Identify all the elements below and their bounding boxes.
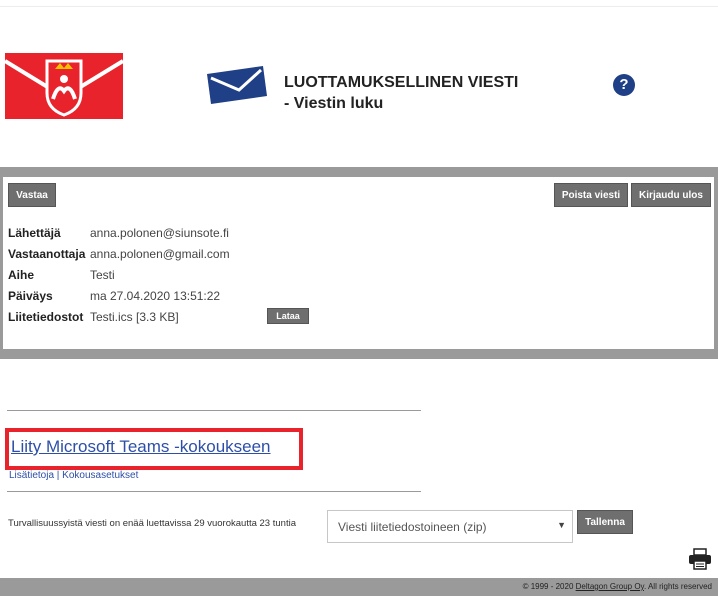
printer-icon[interactable] bbox=[688, 548, 712, 570]
chevron-down-icon: ▼ bbox=[557, 520, 566, 530]
field-label: Päiväys bbox=[8, 289, 53, 303]
title-line-2: - Viestin luku bbox=[284, 95, 384, 112]
date-value: ma 27.04.2020 13:51:22 bbox=[90, 289, 221, 303]
save-button[interactable]: Tallenna bbox=[577, 510, 633, 534]
page-title: LUOTTAMUKSELLINEN VIESTI - Viestin luku bbox=[284, 72, 518, 114]
footer: © 1999 - 2020 Deltagon Group Oy. All rig… bbox=[0, 578, 718, 596]
retention-notice: Turvallisuussyistä viesti on enää luetta… bbox=[8, 518, 296, 529]
subject-row: Aihe Testi bbox=[8, 268, 115, 282]
top-divider bbox=[0, 6, 718, 7]
logout-button[interactable]: Kirjaudu ulos bbox=[631, 183, 711, 207]
panel-left-border bbox=[0, 167, 3, 359]
attachment-value: Testi.ics [3.3 KB] bbox=[90, 310, 179, 324]
body-divider-top bbox=[7, 410, 421, 411]
recipient-value: anna.polonen@gmail.com bbox=[90, 247, 230, 261]
copyright-prefix: © 1999 - 2020 bbox=[522, 582, 576, 591]
field-label: Liitetiedostot bbox=[8, 310, 84, 324]
company-link[interactable]: Deltagon Group Oy bbox=[576, 582, 644, 591]
subject-value: Testi bbox=[90, 268, 115, 282]
panel-top-band bbox=[0, 167, 718, 177]
field-label: Lähettäjä bbox=[8, 226, 61, 240]
sender-row: Lähettäjä anna.polonen@siunsote.fi bbox=[8, 226, 229, 240]
download-format-value: Viesti liitetiedostoineen (zip) bbox=[338, 520, 487, 534]
recipient-row: Vastaanottaja anna.polonen@gmail.com bbox=[8, 247, 230, 261]
copyright: © 1999 - 2020 Deltagon Group Oy. All rig… bbox=[523, 582, 712, 591]
date-row: Päiväys ma 27.04.2020 13:51:22 bbox=[8, 289, 220, 303]
download-attachment-button[interactable]: Lataa bbox=[267, 308, 309, 324]
field-label: Vastaanottaja bbox=[8, 247, 86, 261]
panel-bottom-band bbox=[0, 349, 718, 359]
rights-text: . All rights reserved bbox=[643, 582, 712, 591]
field-label: Aihe bbox=[8, 268, 35, 282]
help-button[interactable]: ? bbox=[613, 74, 635, 96]
download-format-select[interactable]: Viesti liitetiedostoineen (zip) ▼ bbox=[327, 510, 573, 543]
highlight-box bbox=[5, 428, 303, 470]
question-circle-icon: ? bbox=[619, 76, 629, 93]
secondary-links[interactable]: Lisätietoja | Kokousasetukset bbox=[9, 470, 214, 480]
body-divider-bottom bbox=[7, 491, 421, 492]
title-line-1: LUOTTAMUKSELLINEN VIESTI bbox=[284, 74, 519, 91]
coat-of-arms-icon bbox=[5, 53, 123, 119]
reply-button[interactable]: Vastaa bbox=[8, 183, 56, 207]
sender-value: anna.polonen@siunsote.fi bbox=[90, 226, 229, 240]
envelope-icon bbox=[207, 66, 267, 104]
attachments-row: Liitetiedostot Testi.ics [3.3 KB] bbox=[8, 310, 179, 324]
delete-message-button[interactable]: Poista viesti bbox=[554, 183, 628, 207]
panel-right-border bbox=[714, 167, 718, 359]
